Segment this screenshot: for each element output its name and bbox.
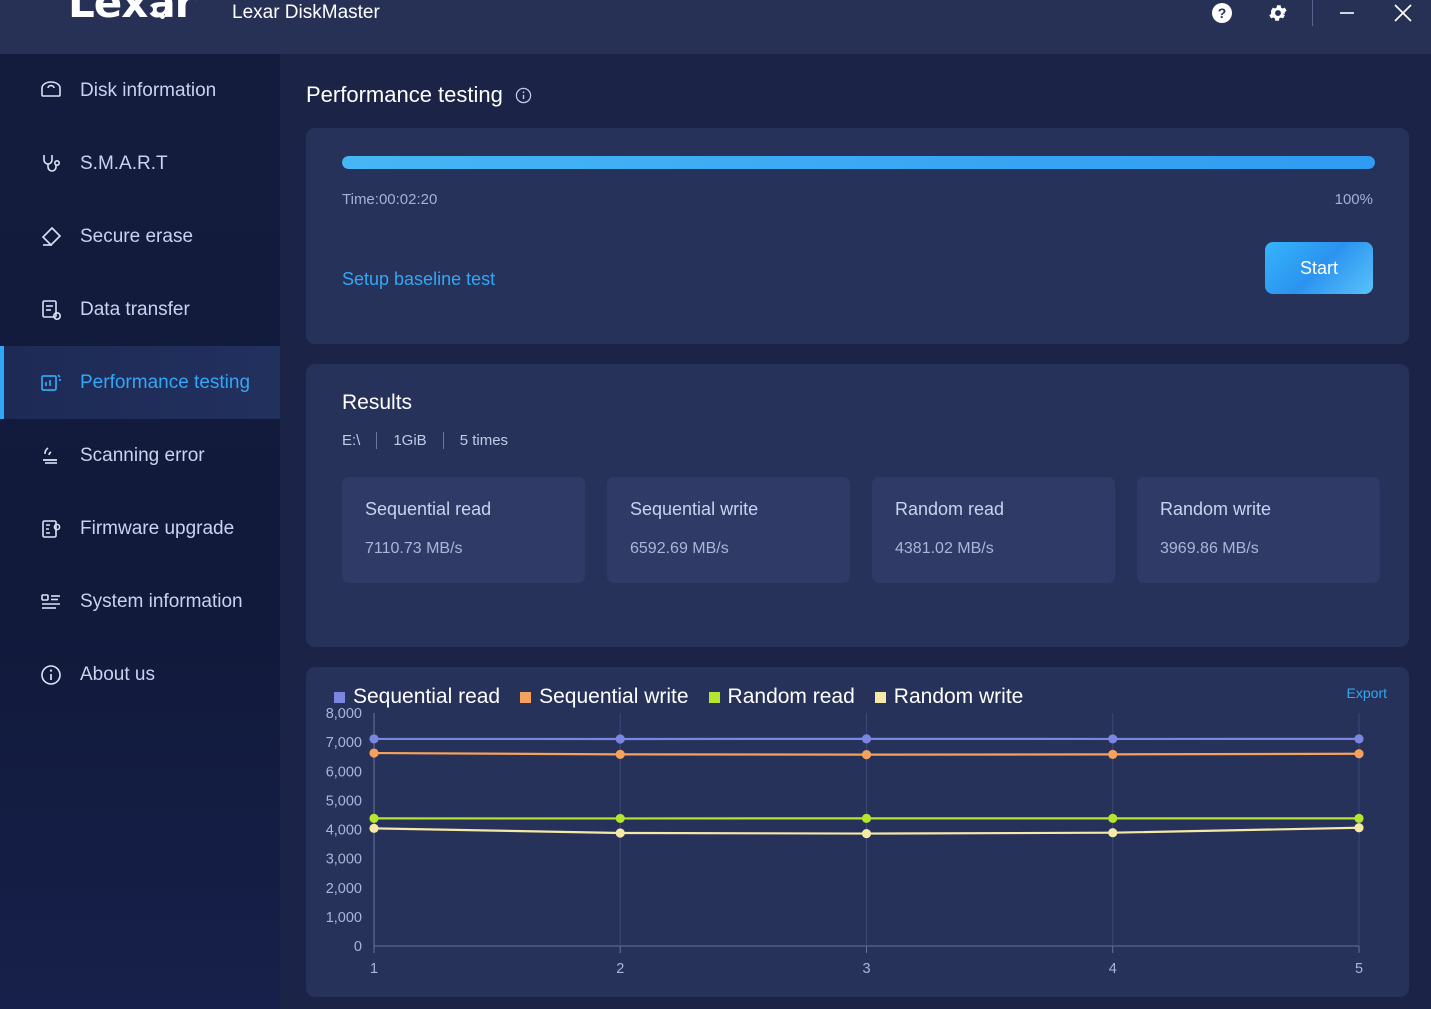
progress-bar-fill <box>342 156 1375 169</box>
logo-cut-dot <box>146 6 153 13</box>
result-card-random-read: Random read 4381.02 MB/s <box>872 477 1115 583</box>
sidebar: Disk information S.M.A.R.T Secure erase … <box>0 54 280 1009</box>
window-controls: ? <box>1194 0 1431 40</box>
close-icon[interactable] <box>1375 0 1431 40</box>
result-cards: Sequential read 7110.73 MB/s Sequential … <box>342 477 1380 583</box>
sidebar-item-performance-testing[interactable]: Performance testing <box>0 346 280 419</box>
svg-text:5: 5 <box>1355 961 1363 977</box>
setup-baseline-test-link[interactable]: Setup baseline test <box>342 269 495 290</box>
svg-text:?: ? <box>1218 5 1227 21</box>
svg-text:6,000: 6,000 <box>326 764 362 780</box>
info-circle-icon <box>38 662 64 688</box>
file-transfer-icon <box>38 297 64 323</box>
sidebar-item-disk-information[interactable]: Disk information <box>0 54 280 127</box>
main-content: Performance testing Time:00:02:20 100% S… <box>280 54 1431 1009</box>
progress-bar-track <box>342 156 1375 169</box>
result-card-value: 7110.73 MB/s <box>365 540 463 557</box>
info-icon[interactable] <box>515 87 532 104</box>
sidebar-item-label: Data transfer <box>80 298 190 320</box>
result-card-value: 3969.86 MB/s <box>1160 540 1259 557</box>
result-card-random-write: Random write 3969.86 MB/s <box>1137 477 1380 583</box>
chart-panel: Sequential read Sequential write Random … <box>306 667 1409 997</box>
result-card-label: Sequential read <box>365 499 492 519</box>
sidebar-item-label: Secure erase <box>80 225 194 247</box>
result-card-label: Random read <box>895 499 1005 519</box>
sidebar-item-scanning-error[interactable]: Scanning error <box>0 419 280 492</box>
page-title: Performance testing <box>306 82 503 107</box>
result-card-label: Sequential write <box>630 499 759 519</box>
meta-divider <box>376 432 378 449</box>
results-drive: E:\ <box>342 432 361 449</box>
system-list-icon <box>38 589 64 615</box>
sidebar-item-about-us[interactable]: About us <box>0 638 280 711</box>
scan-error-icon <box>38 443 64 469</box>
svg-text:2: 2 <box>616 961 624 977</box>
svg-text:1,000: 1,000 <box>326 910 362 926</box>
sidebar-item-label: About us <box>80 663 155 685</box>
result-card-label: Random write <box>1160 499 1272 519</box>
result-card-value: 4381.02 MB/s <box>895 540 994 557</box>
results-times: 5 times <box>459 432 509 449</box>
svg-text:8,000: 8,000 <box>326 706 362 722</box>
logo-wordmark: Lexar <box>68 0 195 27</box>
sidebar-item-firmware-upgrade[interactable]: Firmware upgrade <box>0 492 280 565</box>
stethoscope-icon <box>38 151 64 177</box>
svg-text:3: 3 <box>862 961 870 977</box>
sidebar-item-smart[interactable]: S.M.A.R.T <box>0 127 280 200</box>
sidebar-item-data-transfer[interactable]: Data transfer <box>0 273 280 346</box>
sidebar-item-label: Scanning error <box>80 444 205 466</box>
performance-chart-icon <box>38 370 64 396</box>
sidebar-item-label: Firmware upgrade <box>80 517 235 539</box>
svg-text:7,000: 7,000 <box>326 735 362 751</box>
app-window: Lexar ® Lexar DiskMaster ? <box>0 0 1431 1009</box>
progress-percent-label: 100% <box>1334 191 1373 208</box>
app-title: Lexar DiskMaster <box>232 2 380 23</box>
svg-text:2,000: 2,000 <box>326 881 362 897</box>
performance-line-chart: 0 1,000 2,000 3,000 4,000 5,000 6,000 7,000 8,00… <box>326 706 1364 977</box>
start-button[interactable]: Start <box>1265 242 1373 294</box>
hard-disk-icon <box>38 78 64 104</box>
result-card-sequential-read: Sequential read 7110.73 MB/s <box>342 477 585 583</box>
results-meta: E:\ 1GiB 5 times <box>342 432 508 449</box>
results-size: 1GiB <box>393 432 427 449</box>
title-bar: Lexar ® Lexar DiskMaster ? <box>0 0 1431 54</box>
sidebar-item-label: S.M.A.R.T <box>80 152 168 174</box>
help-circle-icon[interactable]: ? <box>1194 0 1250 40</box>
svg-text:3,000: 3,000 <box>326 852 362 868</box>
results-title: Results <box>342 391 413 414</box>
result-card-value: 6592.69 MB/s <box>630 540 729 557</box>
svg-text:4: 4 <box>1109 961 1117 977</box>
sidebar-item-label: Performance testing <box>80 371 251 393</box>
sidebar-item-label: System information <box>80 590 243 612</box>
export-link[interactable]: Export <box>1347 685 1387 701</box>
progress-panel: Time:00:02:20 100% Setup baseline test S… <box>306 128 1409 344</box>
sidebar-item-secure-erase[interactable]: Secure erase <box>0 200 280 273</box>
svg-text:5,000: 5,000 <box>326 793 362 809</box>
results-panel: Results E:\ 1GiB 5 times Sequential read… <box>306 364 1409 647</box>
sidebar-item-label: Disk information <box>80 79 217 101</box>
sidebar-item-system-information[interactable]: System information <box>0 565 280 638</box>
page-header: Performance testing <box>280 54 1431 108</box>
elapsed-time-label: Time:00:02:20 <box>342 191 438 208</box>
svg-text:1: 1 <box>370 961 378 977</box>
svg-text:4,000: 4,000 <box>326 823 362 839</box>
gear-icon[interactable] <box>1250 0 1306 40</box>
logo-accent-dot <box>160 14 165 19</box>
firmware-chip-icon <box>38 516 64 542</box>
svg-text:0: 0 <box>354 939 362 955</box>
meta-divider <box>442 432 444 449</box>
result-card-sequential-write: Sequential write 6592.69 MB/s <box>607 477 850 583</box>
titlebar-divider <box>1312 0 1313 26</box>
minimize-icon[interactable] <box>1319 0 1375 40</box>
eraser-icon <box>38 224 64 250</box>
